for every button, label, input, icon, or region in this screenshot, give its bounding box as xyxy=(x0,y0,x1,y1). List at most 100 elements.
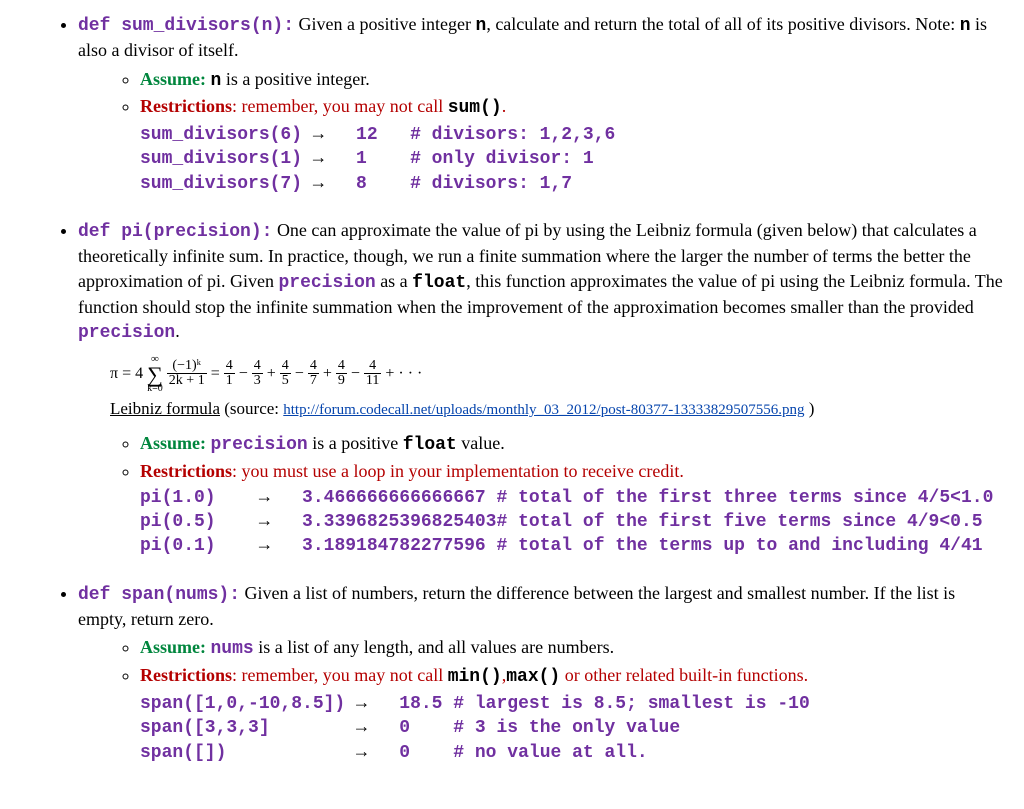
problem-sum-divisors: def sum_divisors(n): Given a positive in… xyxy=(78,12,1004,196)
frac-bot: 5 xyxy=(280,374,291,389)
assume-text: is a positive integer. xyxy=(221,69,369,89)
arrow-icon: → xyxy=(356,694,399,714)
example-call: pi(0.5) xyxy=(140,510,259,534)
fraction: 47 xyxy=(308,359,319,389)
assume-text: is a list of any length, and all values … xyxy=(254,637,614,657)
example-row: sum_divisors(6) → 12 # divisors: 1,2,3,6 xyxy=(140,123,1004,147)
desc-text: . xyxy=(175,321,180,341)
arrow-icon: → xyxy=(313,174,356,194)
example-call: pi(0.1) xyxy=(140,534,259,558)
fraction: 41 xyxy=(224,359,235,389)
example-value: 18.5 xyxy=(399,694,453,714)
example-call: sum_divisors(6) xyxy=(140,123,313,147)
frac-top: 4 xyxy=(280,359,291,375)
arrow-icon: → xyxy=(259,512,302,532)
example-call: sum_divisors(7) xyxy=(140,172,313,196)
example-comment: # total of the terms up to and including… xyxy=(496,536,982,556)
arrow-icon: → xyxy=(259,488,302,508)
frac-bot: 11 xyxy=(364,374,381,389)
example-call: sum_divisors(1) xyxy=(140,147,313,171)
examples: sum_divisors(6) → 12 # divisors: 1,2,3,6… xyxy=(140,123,1004,196)
frac-top: 4 xyxy=(252,359,263,375)
function-signature: def span(nums): xyxy=(78,585,240,605)
example-row: span([3,3,3] → 0 # 3 is the only value xyxy=(140,716,1004,740)
frac-bot: 3 xyxy=(252,374,263,389)
function-signature: def pi(precision): xyxy=(78,222,272,242)
operator: − xyxy=(291,365,308,382)
example-value: 3.3396825396825403 xyxy=(302,512,496,532)
caption-title: Leibniz formula xyxy=(110,399,220,418)
example-comment: # no value at all. xyxy=(453,743,647,763)
restrict-label: Restrictions xyxy=(140,665,232,685)
restrict-end: . xyxy=(502,96,507,116)
example-comment: # largest is 8.5; smallest is -10 xyxy=(453,694,809,714)
code: precision xyxy=(211,435,308,455)
example-value: 12 xyxy=(356,125,410,145)
example-comment: # divisors: 1,7 xyxy=(410,174,572,194)
assume-item: Assume: nums is a list of any length, an… xyxy=(140,635,1004,661)
examples: span([1,0,-10,8.5]) → 18.5 # largest is … xyxy=(140,692,1004,765)
code: precision xyxy=(78,323,175,343)
code: float xyxy=(403,435,457,455)
example-row: span([]) → 0 # no value at all. xyxy=(140,741,1004,765)
code: sum() xyxy=(448,98,502,118)
fraction: 43 xyxy=(252,359,263,389)
restrict-text: or other related built-in functions. xyxy=(560,665,808,685)
frac-top: (−1)ᵏ xyxy=(167,359,207,375)
fraction: 411 xyxy=(364,359,381,389)
frac-top: 4 xyxy=(336,359,347,375)
equals: = xyxy=(211,365,224,382)
subpoints: Assume: nums is a list of any length, an… xyxy=(78,635,1004,764)
formula-lhs: π = 4 xyxy=(110,365,143,382)
example-value: 8 xyxy=(356,174,410,194)
sigma-symbol: ∑ xyxy=(147,365,163,385)
example-value: 1 xyxy=(356,149,410,169)
assume-text: value. xyxy=(457,433,505,453)
subpoints: Assume: n is a positive integer. Restric… xyxy=(78,67,1004,196)
frac-bot: 1 xyxy=(224,374,235,389)
restrict-item: Restrictions: remember, you may not call… xyxy=(140,94,1004,196)
arrow-icon: → xyxy=(313,149,356,169)
frac-top: 4 xyxy=(364,359,381,375)
frac-bot: 2k + 1 xyxy=(167,374,207,389)
example-row: sum_divisors(7) → 8 # divisors: 1,7 xyxy=(140,172,1004,196)
code: min() xyxy=(448,667,502,687)
operator: + xyxy=(319,365,336,382)
frac-bot: 7 xyxy=(308,374,319,389)
example-row: pi(0.1) → 3.189184782277596 # total of t… xyxy=(140,534,1004,558)
assume-label: Assume: xyxy=(140,69,206,89)
source-link[interactable]: http://forum.codecall.net/uploads/monthl… xyxy=(283,402,804,418)
example-row: sum_divisors(1) → 1 # only divisor: 1 xyxy=(140,147,1004,171)
arrow-icon: → xyxy=(259,536,302,556)
example-row: pi(0.5) → 3.3396825396825403# total of t… xyxy=(140,510,1004,534)
restrict-text: : remember, you may not call xyxy=(232,665,448,685)
formula-caption: Leibniz formula (source: http://forum.co… xyxy=(110,398,1004,421)
code: float xyxy=(412,273,466,293)
example-comment: # divisors: 1,2,3,6 xyxy=(410,125,615,145)
example-comment: # 3 is the only value xyxy=(453,718,680,738)
frac-top: 4 xyxy=(308,359,319,375)
example-comment: # total of the first three terms since 4… xyxy=(496,488,993,508)
sum-bot: k=0 xyxy=(147,384,163,394)
frac-top: 4 xyxy=(224,359,235,375)
assume-label: Assume: xyxy=(140,433,206,453)
example-value: 3.466666666666667 xyxy=(302,488,496,508)
examples: pi(1.0) → 3.466666666666667 # total of t… xyxy=(140,486,1004,559)
leibniz-formula: π = 4 ∞ ∑ k=0 (−1)ᵏ 2k + 1 = 41 − 43 + 4… xyxy=(110,354,1004,395)
formula-terms: 41 − 43 + 45 − 47 + 49 − 411 xyxy=(224,365,382,382)
assume-label: Assume: xyxy=(140,637,206,657)
caption-source: (source: xyxy=(220,399,283,418)
example-call: span([]) xyxy=(140,741,356,765)
restrict-text: : you must use a loop in your implementa… xyxy=(232,461,684,481)
restrict-label: Restrictions xyxy=(140,461,232,481)
example-comment: # total of the first five terms since 4/… xyxy=(496,512,982,532)
arrow-icon: → xyxy=(313,125,356,145)
restrict-item: Restrictions: you must use a loop in you… xyxy=(140,459,1004,559)
example-comment: # only divisor: 1 xyxy=(410,149,594,169)
restrict-label: Restrictions xyxy=(140,96,232,116)
restrict-item: Restrictions: remember, you may not call… xyxy=(140,663,1004,765)
example-row: span([1,0,-10,8.5]) → 18.5 # largest is … xyxy=(140,692,1004,716)
frac-bot: 9 xyxy=(336,374,347,389)
main-fraction: (−1)ᵏ 2k + 1 xyxy=(167,359,207,389)
desc-text: as a xyxy=(376,271,412,291)
